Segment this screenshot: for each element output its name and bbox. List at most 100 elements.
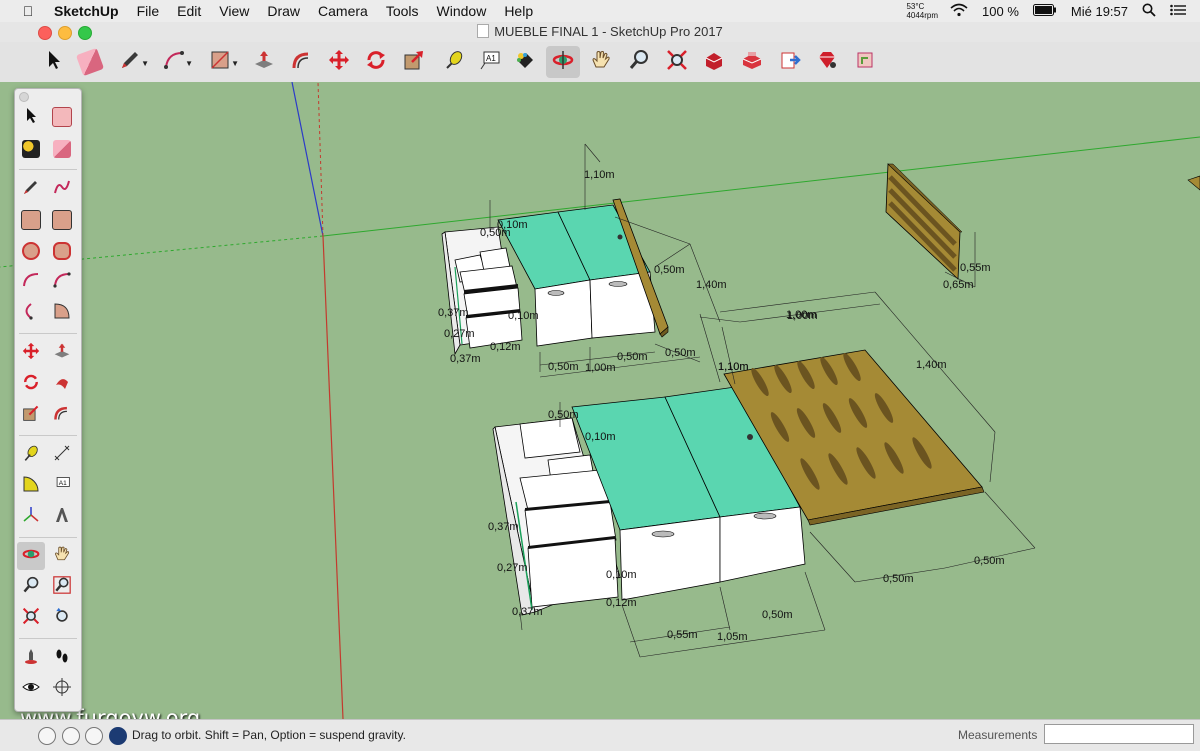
arc-icon — [22, 271, 40, 294]
tape-measure-icon — [442, 49, 464, 76]
orbit-tool-button[interactable] — [546, 46, 580, 78]
palette-walk-button[interactable] — [48, 644, 76, 672]
palette-paint-bucket-button[interactable] — [17, 135, 45, 163]
select-tool-button[interactable] — [37, 46, 71, 78]
menu-edit[interactable]: Edit — [177, 3, 201, 19]
components-icon — [854, 49, 876, 76]
window-zoom-button[interactable] — [78, 26, 92, 40]
menu-tools[interactable]: Tools — [386, 3, 419, 19]
window-close-button[interactable] — [38, 26, 52, 40]
palette-protractor-button[interactable] — [17, 472, 45, 500]
wifi-icon[interactable] — [950, 3, 968, 20]
menu-bar:  SketchUp File Edit View Draw Camera To… — [0, 0, 1200, 23]
palette-look-around-button[interactable] — [17, 675, 45, 703]
palette-follow-me-button[interactable] — [48, 370, 76, 398]
3d-warehouse-button[interactable] — [697, 46, 731, 78]
orbit-icon — [552, 49, 574, 76]
arc-tool-button[interactable]: ▼ — [157, 46, 193, 78]
extension-warehouse-button[interactable] — [735, 46, 769, 78]
battery-percent[interactable]: 100 % — [982, 4, 1019, 19]
palette-position-camera-button[interactable] — [17, 644, 45, 672]
palette-move-button[interactable] — [17, 339, 45, 367]
palette-previous-view-button[interactable] — [48, 604, 76, 632]
palette-polygon-button[interactable] — [48, 237, 76, 265]
chevron-down-icon[interactable]: ▼ — [231, 59, 239, 68]
move-tool-button[interactable] — [322, 46, 356, 78]
palette-select-button[interactable] — [17, 103, 45, 131]
palette-3d-text-button[interactable] — [48, 503, 76, 531]
palette-zoom-window-button[interactable] — [48, 573, 76, 601]
palette-rotate-button[interactable] — [17, 370, 45, 398]
menu-file[interactable]: File — [137, 3, 160, 19]
palette-two-point-arc-button[interactable] — [48, 268, 76, 296]
text-label-icon: A1 — [479, 49, 501, 76]
palette-circle-button[interactable] — [17, 237, 45, 265]
rectangle-tool-button[interactable]: ▼ — [203, 46, 239, 78]
notification-center-icon[interactable] — [1170, 4, 1186, 19]
apple-icon[interactable]:  — [20, 3, 36, 19]
menu-window[interactable]: Window — [437, 3, 487, 19]
pan-tool-button[interactable] — [584, 46, 618, 78]
chevron-down-icon[interactable]: ▼ — [185, 59, 193, 68]
system-monitor[interactable]: 53°C 4044rpm — [906, 2, 938, 20]
palette-pie-button[interactable] — [48, 299, 76, 327]
credits-icon[interactable] — [62, 727, 80, 745]
geolocation-icon[interactable] — [38, 727, 56, 745]
clock[interactable]: Mié 19:57 — [1071, 4, 1128, 19]
palette-dimension-button[interactable] — [48, 441, 76, 469]
user-account-icon[interactable] — [85, 727, 103, 745]
zoom-tool-button[interactable] — [622, 46, 656, 78]
model-viewport[interactable]: 1,10m 0,50m 0,10m 1,40m 0,50m 1,00m 0,50… — [0, 82, 1200, 719]
send-to-layout-button[interactable] — [773, 46, 807, 78]
menu-help[interactable]: Help — [504, 3, 533, 19]
zoom-extents-tool-button[interactable] — [660, 46, 694, 78]
eraser-tool-button[interactable] — [73, 46, 107, 78]
palette-close-button[interactable] — [19, 92, 29, 102]
component-tray-button[interactable] — [848, 46, 882, 78]
pencil-tool-button[interactable]: ▼ — [113, 46, 149, 78]
paint-bucket-tool-button[interactable] — [508, 46, 542, 78]
palette-freehand-button[interactable] — [48, 175, 76, 203]
palette-rectangle-button[interactable] — [17, 206, 45, 234]
component-icon — [52, 107, 72, 127]
palette-line-button[interactable] — [17, 175, 45, 203]
palette-section-plane-button[interactable] — [48, 675, 76, 703]
palette-zoom-extents-button[interactable] — [17, 604, 45, 632]
palette-orbit-button[interactable] — [17, 542, 45, 570]
tape-measure-tool-button[interactable] — [436, 46, 470, 78]
menu-sketchup[interactable]: SketchUp — [54, 3, 119, 19]
menu-draw[interactable]: Draw — [267, 3, 300, 19]
measurements-input[interactable] — [1044, 724, 1194, 744]
palette-push-pull-button[interactable] — [48, 339, 76, 367]
window-minimize-button[interactable] — [58, 26, 72, 40]
battery-icon[interactable] — [1032, 3, 1057, 19]
push-pull-tool-button[interactable] — [247, 46, 281, 78]
palette-scale-button[interactable] — [17, 401, 45, 429]
palette-axes-button[interactable] — [17, 503, 45, 531]
palette-tape-measure-button[interactable] — [17, 441, 45, 469]
palette-zoom-button[interactable] — [17, 573, 45, 601]
dimension-label: 0,37m — [488, 521, 519, 533]
chevron-down-icon[interactable]: ▼ — [141, 59, 149, 68]
instructor-icon[interactable] — [109, 727, 127, 745]
rotate-tool-button[interactable] — [359, 46, 393, 78]
palette-rotated-rectangle-button[interactable] — [48, 206, 76, 234]
palette-offset-button[interactable] — [48, 401, 76, 429]
tape-measure-icon — [22, 444, 40, 467]
palette-make-component-button[interactable] — [48, 103, 76, 131]
palette-pan-button[interactable] — [48, 542, 76, 570]
palette-arc-button[interactable] — [17, 268, 45, 296]
extension-manager-button[interactable] — [810, 46, 844, 78]
menu-camera[interactable]: Camera — [318, 3, 368, 19]
text-tool-button[interactable]: A1 — [473, 46, 507, 78]
zoom-extents-icon — [666, 49, 688, 76]
offset-tool-button[interactable] — [285, 46, 319, 78]
top-cabinet[interactable] — [441, 198, 669, 356]
palette-text-button[interactable]: A1 — [48, 472, 76, 500]
spotlight-search-icon[interactable] — [1142, 3, 1156, 20]
model-scene[interactable]: 1,10m 0,50m 0,10m 1,40m 0,50m 1,00m 0,50… — [0, 82, 1200, 719]
palette-three-point-arc-button[interactable] — [17, 299, 45, 327]
menu-view[interactable]: View — [219, 3, 249, 19]
palette-eraser-button[interactable] — [48, 135, 76, 163]
scale-tool-button[interactable] — [397, 46, 431, 78]
